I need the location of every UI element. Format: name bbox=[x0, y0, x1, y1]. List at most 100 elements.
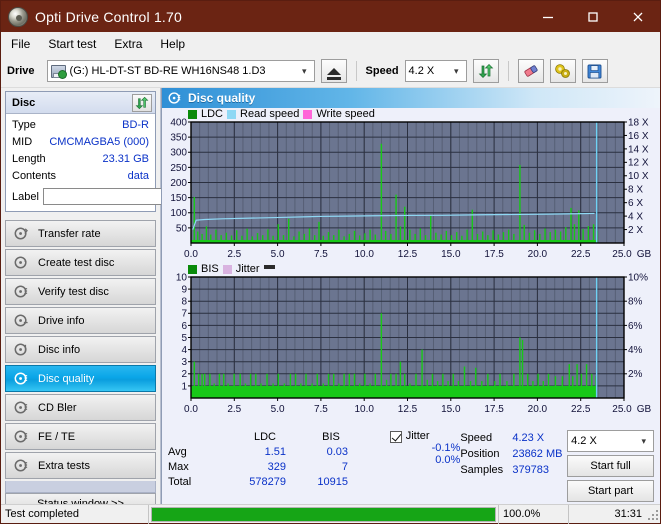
scan-speed-select[interactable]: 4.2 X ▾ bbox=[567, 430, 654, 452]
menu-item-extra[interactable]: Extra bbox=[114, 37, 142, 51]
progress-percent: 100.0% bbox=[498, 504, 568, 524]
svg-text:20.0: 20.0 bbox=[528, 404, 548, 415]
disc-info-rows: Type BD-R MID CMCMAGBA5 (000) Length 23.… bbox=[6, 114, 246, 211]
app-window: Opti Drive Control 1.70 File Start test … bbox=[0, 0, 661, 524]
start-full-button[interactable]: Start full bbox=[567, 455, 654, 477]
sidebar-item-label: Verify test disc bbox=[38, 285, 109, 298]
menu-item-start-test[interactable]: Start test bbox=[48, 37, 96, 51]
sidebar-item-label: Disc info bbox=[38, 343, 81, 356]
legend-label-read-speed: Read speed bbox=[240, 108, 300, 120]
sidebar-item-disc-info[interactable]: Disc info bbox=[5, 336, 156, 363]
jitter-checkbox[interactable] bbox=[389, 431, 402, 443]
stats-grid: LDC BIS Avg 1.51 0.03 Max 329 7 Total 57… bbox=[168, 430, 390, 490]
svg-text:25.0: 25.0 bbox=[612, 249, 632, 260]
save-button[interactable] bbox=[581, 59, 608, 83]
svg-text:2: 2 bbox=[181, 369, 187, 380]
legend-swatch-read-speed bbox=[227, 109, 237, 119]
svg-text:7.5: 7.5 bbox=[314, 249, 328, 260]
eject-button[interactable] bbox=[320, 59, 347, 83]
disc-test-icon bbox=[14, 226, 29, 241]
toolbar: Drive (G:) HL-DT-ST BD-RE WH16NS48 1.D3 … bbox=[1, 55, 660, 88]
jitter-value-1: -0.1% bbox=[431, 442, 461, 454]
toolbar-divider-1 bbox=[355, 61, 357, 81]
svg-text:12.5: 12.5 bbox=[398, 404, 418, 415]
menu-item-file[interactable]: File bbox=[11, 37, 30, 51]
disc-row-type: Type BD-R bbox=[12, 117, 149, 134]
maximize-button[interactable] bbox=[570, 1, 615, 32]
svg-text:200: 200 bbox=[170, 178, 187, 189]
sidebar-item-label: Transfer rate bbox=[38, 227, 101, 240]
sidebar-item-create-test-disc[interactable]: Create test disc bbox=[5, 249, 156, 276]
refresh-button[interactable] bbox=[472, 59, 499, 83]
legend-swatch-write-speed bbox=[303, 109, 313, 119]
progress-bar bbox=[151, 506, 496, 522]
disc-test-icon bbox=[14, 400, 29, 415]
sidebar-item-cd-bler[interactable]: CD Bler bbox=[5, 394, 156, 421]
scan-samples-key: Samples bbox=[460, 464, 504, 476]
eject-icon bbox=[326, 67, 341, 80]
sidebar-item-extra-tests[interactable]: Extra tests bbox=[5, 452, 156, 479]
disc-test-icon bbox=[14, 458, 29, 473]
stats-total-ldc: 578279 bbox=[249, 476, 286, 488]
stats-max-bis: 7 bbox=[341, 461, 348, 473]
scan-position-key: Position bbox=[460, 448, 500, 460]
disc-label-key: Label bbox=[12, 190, 39, 203]
disc-row-value: BD-R bbox=[122, 119, 149, 131]
svg-text:300: 300 bbox=[170, 148, 187, 159]
svg-text:14 X: 14 X bbox=[628, 144, 649, 155]
stats-header-bis: BIS bbox=[322, 431, 340, 443]
stats-header-ldc: LDC bbox=[253, 431, 276, 443]
chart-bis-wrapper: BIS Jitter 1 2 3 4 5 6 7 8 9 10 2% 4% 6% 8% 10% 0.0 2.5 5… bbox=[162, 263, 660, 418]
tools-button[interactable] bbox=[549, 59, 576, 83]
sidebar-item-transfer-rate[interactable]: Transfer rate bbox=[5, 220, 156, 247]
stats-corner bbox=[168, 430, 230, 445]
eraser-icon bbox=[523, 65, 538, 77]
svg-text:10 X: 10 X bbox=[628, 171, 649, 182]
drive-select[interactable]: (G:) HL-DT-ST BD-RE WH16NS48 1.D3 ▾ bbox=[46, 60, 315, 82]
svg-text:5.0: 5.0 bbox=[271, 404, 285, 415]
legend-swatch-jitter bbox=[222, 264, 232, 274]
start-part-label: Start part bbox=[587, 485, 634, 497]
disc-row-length: Length 23.31 GB bbox=[12, 151, 149, 168]
chart-bis[interactable]: 123456789 10 2% 4% 6% 8% 10% 0.0 2.5 5.0 7.5 10.0 12… bbox=[162, 263, 661, 418]
legend-swatch-bis bbox=[188, 264, 197, 274]
disc-row-key: MID bbox=[12, 136, 33, 148]
scan-samples-row: Samples 379783 bbox=[460, 462, 567, 478]
disc-refresh-button[interactable] bbox=[132, 93, 152, 112]
sidebar-item-disc-quality[interactable]: Disc quality bbox=[5, 365, 156, 392]
svg-text:8%: 8% bbox=[628, 297, 643, 308]
main-panel: Disc quality LDC Read speed Write speed … bbox=[161, 88, 660, 504]
page-title: Disc quality bbox=[188, 91, 256, 105]
erase-button[interactable] bbox=[517, 59, 544, 83]
close-button[interactable] bbox=[615, 1, 660, 32]
sidebar-item-fe-te[interactable]: FE / TE bbox=[5, 423, 156, 450]
speed-select[interactable]: 4.2 X ▾ bbox=[404, 60, 467, 82]
resize-grip[interactable] bbox=[646, 508, 658, 520]
svg-text:GB: GB bbox=[637, 404, 652, 415]
minimize-button[interactable] bbox=[525, 1, 570, 32]
sidebar-item-verify-test-disc[interactable]: Verify test disc bbox=[5, 278, 156, 305]
chart-ldc-legend: LDC Read speed Write speed bbox=[188, 108, 375, 120]
stats-max-ldc: 329 bbox=[267, 461, 286, 473]
stats-row-key-max: Max bbox=[168, 461, 189, 473]
status-message: Test completed bbox=[1, 504, 149, 524]
svg-text:2.5: 2.5 bbox=[227, 404, 241, 415]
sidebar-item-drive-info[interactable]: Drive info bbox=[5, 307, 156, 334]
jitter-label: Jitter bbox=[405, 430, 430, 442]
svg-text:17.5: 17.5 bbox=[484, 404, 504, 415]
disc-row-value: 23.31 GB bbox=[102, 153, 149, 165]
disc-row-key: Contents bbox=[12, 170, 57, 182]
start-part-button[interactable]: Start part bbox=[567, 480, 654, 502]
svg-text:5: 5 bbox=[181, 333, 187, 344]
charts-area: LDC Read speed Write speed 50 100 150 200 25… bbox=[162, 108, 660, 427]
svg-text:10: 10 bbox=[176, 272, 188, 283]
disc-test-icon bbox=[14, 284, 29, 299]
scan-position-value: 23862 MB bbox=[512, 448, 563, 460]
stats-total-bis: 10915 bbox=[317, 476, 348, 488]
scan-position-row: Position 23862 MB bbox=[460, 446, 567, 462]
svg-text:100: 100 bbox=[170, 208, 187, 219]
menu-item-help[interactable]: Help bbox=[160, 37, 185, 51]
disc-test-icon bbox=[14, 313, 29, 328]
chart-ldc[interactable]: 50 100 150 200 250 300 350 400 2 X 4 X 6 X 8 X 10 X 1… bbox=[162, 108, 661, 263]
svg-text:15.0: 15.0 bbox=[441, 404, 461, 415]
